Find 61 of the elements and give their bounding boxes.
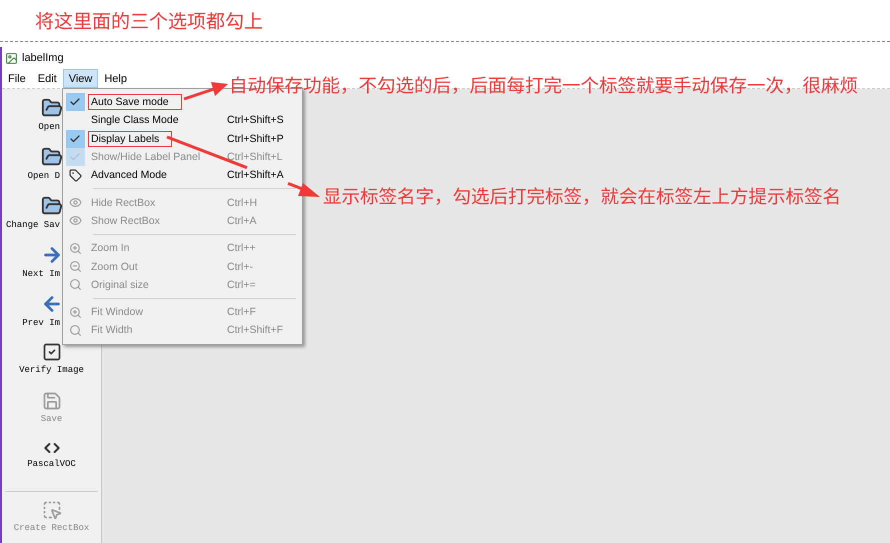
shortcut-text: Ctrl+H (227, 196, 258, 209)
eye-icon (68, 214, 82, 228)
shortcut-text: Ctrl+Shift+A (227, 169, 284, 182)
menu-item-label: Fit Window (91, 306, 143, 318)
shortcut-text: Ctrl++ (227, 242, 256, 254)
annotation-note: 显示标签名字，勾选后打完标签，就会在标签左上方提示标签名 (323, 183, 842, 209)
tool-label: Prev Im (22, 318, 60, 328)
tool-label: Next Im (22, 269, 60, 279)
app-icon (5, 52, 18, 64)
shortcut-text: Ctrl+A (227, 214, 256, 227)
shortcut-text: Ctrl+Shift+P (227, 132, 284, 145)
arrow-drawing (184, 82, 228, 100)
shortcut-text: Ctrl+Shift+S (227, 114, 284, 126)
menu-item-label: Show RectBox (91, 214, 160, 227)
shortcut-text: Ctrl+- (227, 260, 253, 273)
folder-icon (40, 146, 62, 168)
tool-label: PascalVOC (27, 459, 76, 469)
shortcut-text: Ctrl+Shift+F (227, 324, 284, 336)
checkbox[interactable] (66, 130, 84, 148)
zoom-out-icon (68, 260, 82, 274)
menu-title[interactable]: View (62, 69, 98, 88)
tool-label: Save (40, 414, 62, 424)
menu-title[interactable]: Help (98, 69, 133, 88)
menu-item-label: Zoom Out (91, 260, 138, 273)
menu-item-label: Zoom In (91, 242, 130, 254)
menu-item-label: Show/Hide Label Panel (91, 151, 200, 164)
tag-icon (68, 168, 82, 182)
menu-item-label: Original size (91, 278, 149, 291)
menu-item-label: Hide RectBox (91, 196, 156, 209)
menu-item-label: Single Class Mode (91, 114, 179, 126)
annotation-note: 自动保存功能，不勾选的后，后面每打完一个标签就要手动保存一次，很麻烦 (229, 72, 858, 98)
magnifier-icon (68, 278, 82, 292)
menu-item-label: Display Labels (89, 132, 172, 146)
tool-label: Verify Image (19, 365, 84, 375)
tool-label: Change Sav (6, 220, 60, 230)
dashed-rectangle-cursor-icon (42, 500, 62, 520)
shortcut-text: Ctrl+= (227, 278, 256, 291)
checkbox[interactable] (66, 93, 84, 112)
menu-item-label: Advanced Mode (91, 169, 167, 182)
menu-item-label: Fit Width (91, 324, 132, 336)
toolbar-button[interactable]: PascalVOC (2, 438, 101, 487)
toolbar-button[interactable]: Verify Image (2, 340, 101, 389)
folder-icon (40, 97, 62, 119)
checkbox-icon (42, 342, 62, 362)
window-title: labelImg (22, 52, 64, 64)
folder-icon (40, 195, 62, 217)
code-icon (44, 440, 60, 456)
eye-icon (68, 196, 82, 210)
check-icon (69, 132, 81, 145)
zoom-in-icon (68, 306, 82, 319)
zoom-in-icon (68, 242, 82, 255)
menu-title[interactable]: File (2, 69, 32, 88)
magnifier-icon (68, 324, 82, 337)
tool-label: Create RectBox (14, 523, 90, 533)
menu-title[interactable]: Edit (32, 69, 63, 88)
shortcut-text: Ctrl+Shift+L (227, 151, 282, 164)
shortcut-text: Ctrl+F (227, 306, 256, 318)
menu-item-label: Auto Save mode (89, 95, 181, 110)
tool-label: Open (38, 122, 60, 132)
annotation-caption: 将这里面的三个选项都勾上 (35, 7, 264, 34)
tool-label: Open D (28, 171, 60, 181)
